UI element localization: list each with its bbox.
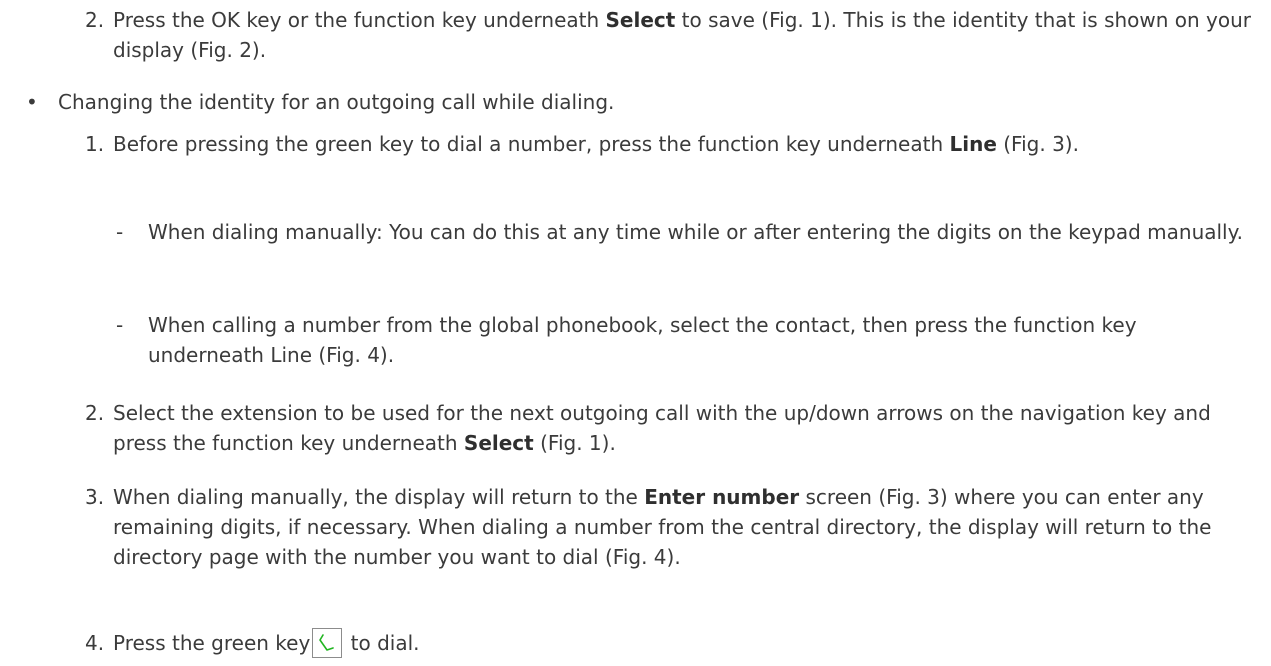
- bullet-text: Changing the identity for an outgoing ca…: [58, 90, 615, 114]
- step-text: Before pressing the green key to dial a …: [113, 132, 1079, 156]
- step-number: 2.: [85, 8, 105, 32]
- dash-marker: -: [116, 313, 124, 337]
- step-number: 1.: [85, 132, 105, 156]
- green-call-key-icon: [312, 628, 343, 658]
- enter-number-screen-label: Enter number: [644, 485, 800, 509]
- step-text: When dialing manually, the display will …: [113, 485, 1212, 569]
- dash-marker: -: [116, 220, 124, 244]
- dash-text: When calling a number from the global ph…: [148, 313, 1137, 367]
- dash-item-manual: When dialing manually: You can do this a…: [148, 217, 1258, 247]
- manual-page: 2. Press the OK key or the function key …: [0, 0, 1271, 666]
- dash-text: When dialing manually: You can do this a…: [148, 220, 1243, 244]
- step-text: Select the extension to be used for the …: [113, 401, 1211, 455]
- step-text: Press the OK key or the function key und…: [113, 8, 1252, 62]
- select-softkey-label: Select: [605, 8, 676, 32]
- step-number: 3.: [85, 485, 105, 509]
- step-text: Press the green key to dial.: [113, 628, 1263, 658]
- bullet-item: Changing the identity for an outgoing ca…: [58, 87, 1258, 117]
- step-number: 4.: [85, 631, 105, 655]
- bullet-marker: •: [26, 90, 38, 114]
- select-softkey-label: Select: [463, 431, 534, 455]
- dash-item-phonebook: When calling a number from the global ph…: [148, 310, 1218, 370]
- step-number: 2.: [85, 401, 105, 425]
- line-softkey-label: Line: [949, 132, 997, 156]
